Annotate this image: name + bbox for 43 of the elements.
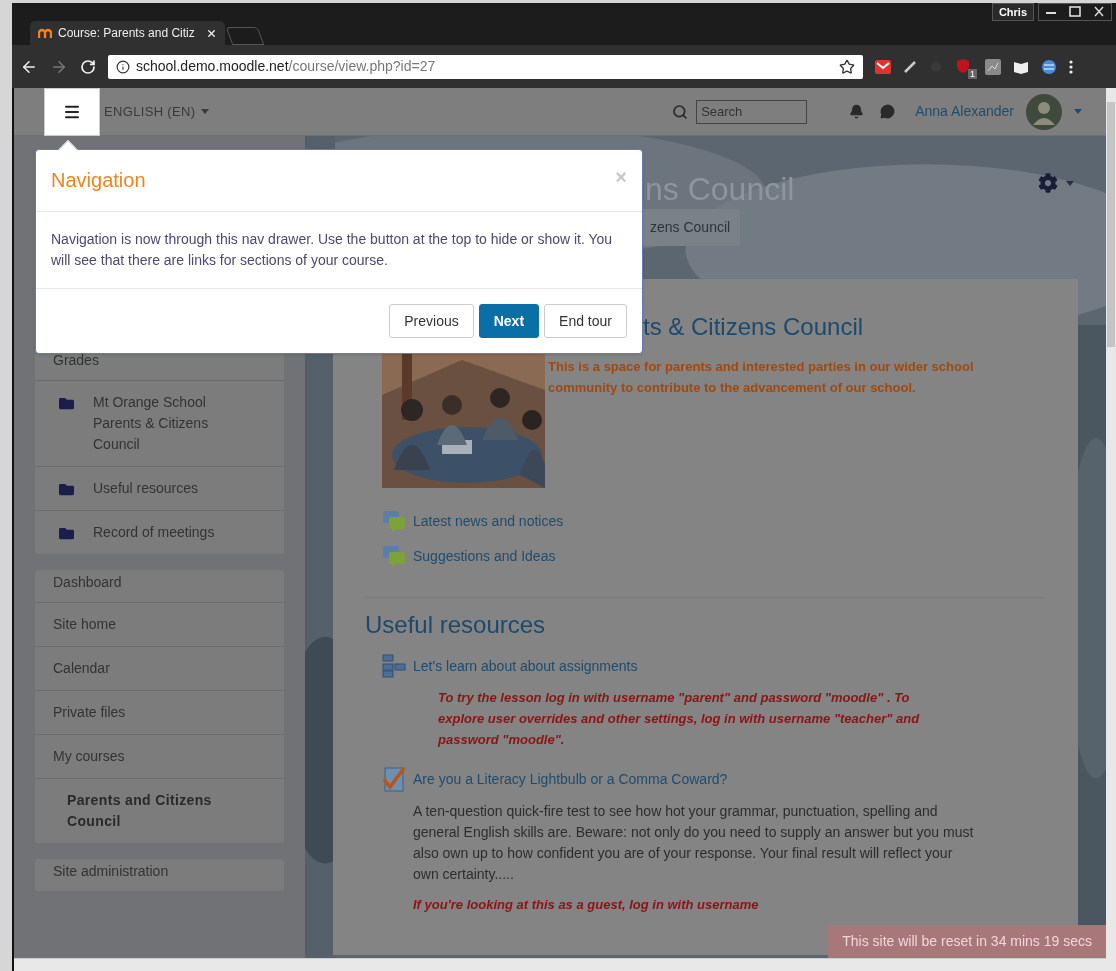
kebab-menu-icon[interactable] (1069, 59, 1073, 74)
caret-icon (201, 109, 210, 114)
close-icon[interactable] (206, 27, 217, 39)
drawer-item[interactable]: Private files (35, 690, 284, 734)
vertical-scrollbar[interactable] (1106, 88, 1116, 971)
url-text: school.demo.moodle.net/course/view.php?id=27 (136, 57, 437, 76)
drawer-item[interactable]: Useful resources (35, 466, 284, 510)
drawer-item[interactable]: Parents and Citizens Council (35, 778, 284, 843)
notifications-icon[interactable] (849, 104, 865, 119)
menu-button[interactable] (44, 87, 100, 136)
globe-icon[interactable] (1041, 58, 1057, 75)
folder-icon (59, 482, 74, 497)
messages-icon[interactable] (880, 104, 896, 119)
browser-tab[interactable]: Course: Parents and Citiz (30, 21, 225, 45)
drawer-item[interactable]: Site home (35, 602, 284, 646)
address-bar[interactable]: school.demo.moodle.net/course/view.php?id=27 (108, 54, 863, 79)
reload-icon[interactable] (80, 58, 96, 75)
pen-icon[interactable] (903, 59, 917, 74)
drawer-item[interactable]: Site administration (35, 859, 284, 891)
info-icon (116, 59, 130, 74)
drawer-item[interactable]: Dashboard (35, 570, 284, 602)
user-name[interactable]: Anna Alexander (915, 101, 1014, 122)
search-icon[interactable] (672, 103, 689, 120)
avatar-icon[interactable] (1026, 93, 1062, 130)
caret-icon (1074, 109, 1082, 114)
book-icon[interactable] (1013, 59, 1029, 74)
profile-button[interactable]: Chris (991, 3, 1034, 21)
drawer-item[interactable]: Mt Orange School Parents & Citizens Council (35, 380, 284, 466)
extension-badge: 1 (968, 68, 977, 79)
tab-title: Course: Parents and Citiz (58, 25, 196, 42)
folder-icon (59, 526, 74, 541)
search-field[interactable]: Search (696, 99, 808, 124)
horizontal-scrollbar[interactable] (14, 958, 1106, 971)
mail-icon[interactable] (875, 59, 891, 74)
drawer-item[interactable]: My courses (35, 734, 284, 778)
chart-extension-icon[interactable] (985, 58, 1001, 75)
folder-icon (59, 396, 74, 411)
drawer-item[interactable]: Record of meetings (35, 510, 284, 554)
bookmark-star-icon[interactable] (839, 58, 855, 75)
language-menu[interactable]: ENGLISH (EN) (104, 101, 210, 122)
drawer-item[interactable]: Calendar (35, 646, 284, 690)
moodle-logo-icon (38, 28, 52, 38)
popover-title: Navigation (51, 168, 146, 193)
